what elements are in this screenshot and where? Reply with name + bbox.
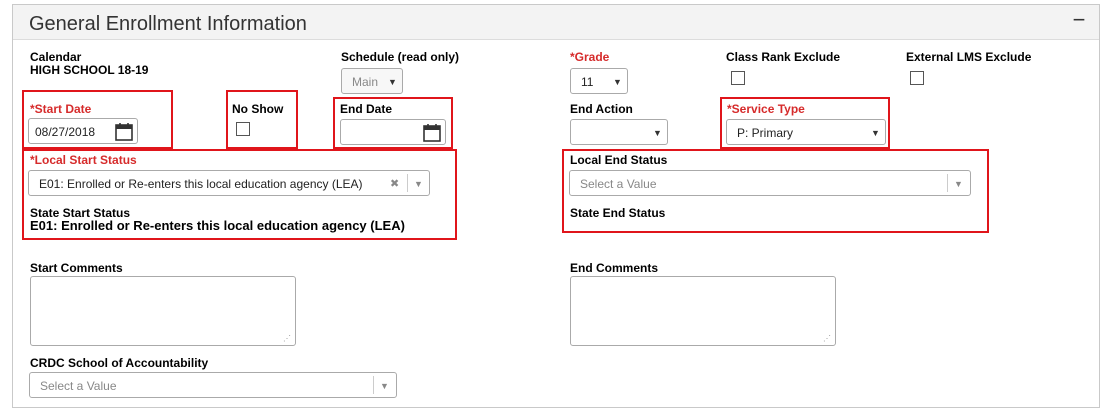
end-date-input[interactable]: [340, 119, 446, 145]
no-show-label: No Show: [232, 102, 284, 116]
schedule-select: Main ▼: [341, 68, 403, 94]
state-end-status-label: State End Status: [570, 206, 666, 220]
resize-grip-icon[interactable]: ⋰: [823, 334, 831, 343]
local-end-status-select[interactable]: Select a Value ▼: [569, 170, 971, 196]
panel-title: General Enrollment Information: [29, 13, 307, 35]
end-comments-label: End Comments: [570, 261, 659, 275]
local-start-status-value: E01: Enrolled or Re-enters this local ed…: [39, 177, 363, 191]
calendar-icon[interactable]: [113, 121, 135, 143]
end-action-label: End Action: [570, 102, 633, 116]
start-comments-textarea[interactable]: ⋰: [30, 276, 296, 346]
local-end-status-placeholder: Select a Value: [580, 177, 657, 191]
external-lms-exclude-label: External LMS Exclude: [906, 50, 1032, 64]
crdc-label: CRDC School of Accountability: [30, 356, 209, 370]
local-start-status-select[interactable]: E01: Enrolled or Re-enters this local ed…: [28, 170, 430, 196]
start-date-value: 08/27/2018: [35, 125, 96, 139]
no-show-checkbox[interactable]: [236, 122, 250, 136]
crdc-placeholder: Select a Value: [40, 379, 117, 393]
class-rank-exclude-checkbox[interactable]: [731, 71, 745, 85]
schedule-label: Schedule (read only): [341, 50, 460, 64]
start-date-label: *Start Date: [30, 102, 92, 116]
local-start-status-label: *Local Start Status: [30, 153, 137, 167]
no-show-highlight: [226, 90, 298, 149]
state-start-status-value: E01: Enrolled or Re-enters this local ed…: [30, 218, 405, 233]
grade-value: 11: [581, 75, 594, 89]
chevron-down-icon: ▼: [653, 128, 662, 138]
chevron-down-icon: ▼: [414, 179, 423, 189]
calendar-icon[interactable]: [421, 122, 443, 144]
end-action-select[interactable]: ▼: [570, 119, 668, 145]
panel-header: General Enrollment Information −: [13, 5, 1099, 40]
calendar-value: HIGH SCHOOL 18-19: [30, 63, 149, 77]
clear-icon[interactable]: ✖: [390, 171, 399, 197]
schedule-value: Main: [352, 75, 379, 89]
chevron-down-icon: ▼: [613, 77, 622, 87]
end-comments-textarea[interactable]: ⋰: [570, 276, 836, 346]
resize-grip-icon[interactable]: ⋰: [283, 334, 291, 343]
grade-select[interactable]: 11 ▼: [570, 68, 628, 94]
chevron-down-icon: ▼: [380, 381, 389, 391]
grade-label: *Grade: [570, 50, 610, 64]
class-rank-exclude-label: Class Rank Exclude: [726, 50, 841, 64]
local-end-status-label: Local End Status: [570, 153, 668, 167]
chevron-down-icon: ▼: [388, 77, 397, 87]
start-comments-label: Start Comments: [30, 261, 123, 275]
service-type-label: *Service Type: [727, 102, 805, 116]
service-type-value: P: Primary: [737, 126, 794, 140]
collapse-button[interactable]: −: [1069, 9, 1089, 31]
calendar-label: Calendar: [30, 50, 82, 64]
chevron-down-icon: ▼: [954, 179, 963, 189]
service-type-select[interactable]: P: Primary ▼: [726, 119, 886, 145]
external-lms-exclude-checkbox[interactable]: [910, 71, 924, 85]
crdc-select[interactable]: Select a Value ▼: [29, 372, 397, 398]
end-date-label: End Date: [340, 102, 393, 116]
chevron-down-icon: ▼: [871, 128, 880, 138]
start-date-input[interactable]: 08/27/2018: [28, 118, 138, 144]
